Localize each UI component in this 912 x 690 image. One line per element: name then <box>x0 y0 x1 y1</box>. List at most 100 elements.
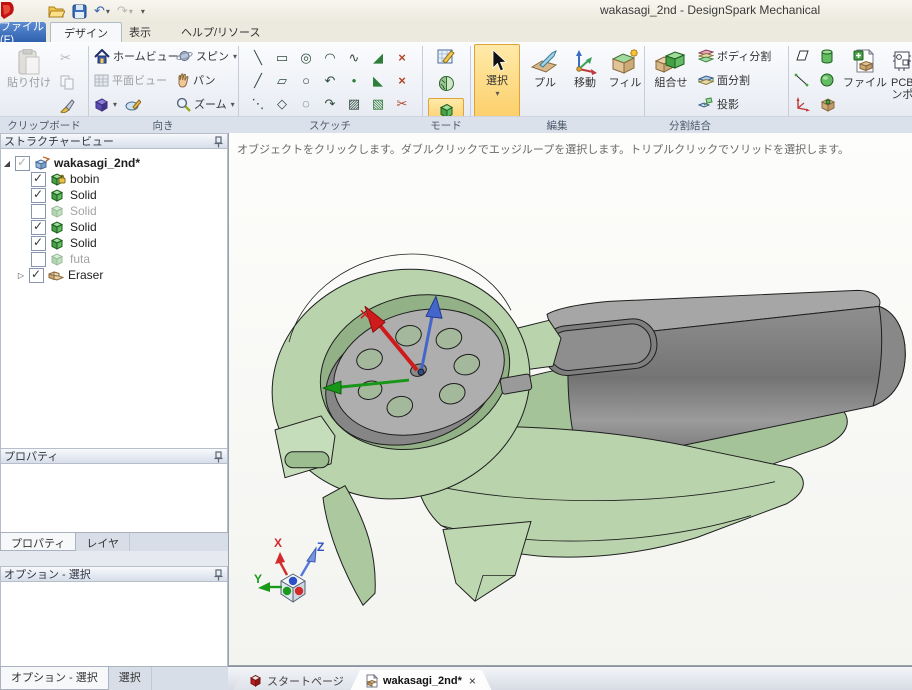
pcb-label-line1: PCB <box>891 77 912 89</box>
graphics-style-icon[interactable] <box>124 97 141 112</box>
sketch-circle-icon[interactable]: ◎ <box>294 46 318 69</box>
tree-row-root[interactable]: ◢ wakasagi_2nd* <box>1 155 227 171</box>
item-checkbox[interactable] <box>31 204 46 219</box>
view-cube-dropdown-icon[interactable]: ▾ <box>113 100 117 109</box>
sketch-trim-icon[interactable]: × <box>390 46 414 69</box>
tab-select[interactable]: 選択 <box>109 667 152 690</box>
sketch-construction-line-icon[interactable]: ⋱ <box>246 92 270 115</box>
paste-label: 貼り付け <box>7 77 51 89</box>
split-face-button[interactable]: 面分割 <box>698 70 750 90</box>
tab-file[interactable]: ファイル(F) <box>0 22 46 42</box>
project-button[interactable]: 投影 <box>698 94 739 114</box>
clipboard-group-label: クリップボード <box>7 118 81 133</box>
sketch-trim-corner-icon[interactable]: × <box>390 69 414 92</box>
item-checkbox[interactable] <box>29 268 44 283</box>
expander-icon[interactable]: ◢ <box>1 159 13 168</box>
spin-button[interactable]: スピン▾ <box>176 46 237 66</box>
tab-properties[interactable]: プロパティ <box>0 533 76 551</box>
insert-sphere-button[interactable] <box>820 70 834 90</box>
tree-row-eraser[interactable]: ▷ Eraser <box>1 267 227 283</box>
sketch-spline-icon[interactable]: ∿ <box>342 46 366 69</box>
sketch-construction-circle-icon[interactable]: ◌ <box>294 92 318 115</box>
redo-button[interactable]: ↷▾ <box>117 2 133 20</box>
fill-button[interactable]: フィル <box>602 44 648 118</box>
sketch-sweep-arc-icon[interactable]: ↶ <box>318 69 342 92</box>
close-tab-icon[interactable]: × <box>469 674 476 688</box>
sketch-point-icon[interactable]: • <box>342 69 366 92</box>
insert-axis-button[interactable] <box>794 70 810 90</box>
sketch-fillet-icon[interactable]: ◢ <box>366 46 390 69</box>
split-body-button[interactable]: ボディ分割 <box>698 46 771 66</box>
cut-button[interactable]: ✂ <box>60 48 71 68</box>
item-checkbox[interactable] <box>31 220 46 235</box>
item-checkbox[interactable] <box>31 236 46 251</box>
pcb-import-button[interactable]: PCBンポ <box>888 44 912 118</box>
sketch-tangent-arc-icon[interactable]: ◠ <box>318 46 342 69</box>
sketch-rectangle-icon[interactable]: ▭ <box>270 46 294 69</box>
project-icon <box>698 97 714 111</box>
plan-view-button[interactable]: 平面ビュー <box>94 70 167 90</box>
tree-row-bobin[interactable]: bobin <box>1 171 227 187</box>
select-dropdown-icon[interactable]: ▾ <box>495 89 499 98</box>
sketch-projection-icon[interactable]: ▧ <box>366 92 390 115</box>
sketch-chamfer-icon[interactable]: ◣ <box>366 69 390 92</box>
sketch-line-icon[interactable]: ╲ <box>246 46 270 69</box>
qat-customize-button[interactable]: ▾ <box>140 2 145 20</box>
open-button[interactable] <box>48 2 65 20</box>
pin-icon[interactable] <box>214 569 223 581</box>
format-painter-button[interactable] <box>60 96 75 116</box>
tree-item-label: Eraser <box>68 268 103 282</box>
item-checkbox[interactable] <box>31 172 46 187</box>
axis-triad[interactable]: Z X Y <box>254 531 338 611</box>
item-checkbox[interactable] <box>31 252 46 267</box>
tree-row-solid-2[interactable]: Solid <box>1 203 227 219</box>
pin-icon[interactable] <box>214 451 223 463</box>
select-button[interactable]: 選択 ▾ <box>474 44 520 118</box>
insert-origin-button[interactable] <box>794 94 810 114</box>
viewport-3d[interactable]: オブジェクトをクリックします。ダブルクリックでエッジループを選択します。トリプル… <box>228 133 912 666</box>
sketch-hatch-icon[interactable]: ▨ <box>342 92 366 115</box>
tree-row-solid-4[interactable]: Solid <box>1 235 227 251</box>
redo-dropdown-icon[interactable]: ▾ <box>129 7 133 16</box>
view-cube-button[interactable]: ▾ <box>94 94 141 114</box>
expander-icon[interactable]: ▷ <box>15 271 27 280</box>
copy-button[interactable] <box>60 72 74 92</box>
sketch-three-point-arc-icon[interactable]: ↷ <box>318 92 342 115</box>
tab-view[interactable]: 表示 <box>116 22 164 41</box>
paste-button[interactable]: 貼り付け <box>6 44 52 118</box>
tab-options-select[interactable]: オプション - 選択 <box>0 667 109 690</box>
pin-icon[interactable] <box>214 136 223 148</box>
spin-dropdown-icon[interactable]: ▾ <box>233 52 237 61</box>
insert-file-button[interactable]: ファイル <box>842 44 888 118</box>
tab-help[interactable]: ヘルプ/リソース <box>168 22 274 41</box>
pan-button[interactable]: パン <box>176 70 216 90</box>
root-checkbox[interactable] <box>15 156 30 171</box>
sketch-split-icon[interactable]: ✂ <box>390 92 414 115</box>
tab-layers[interactable]: レイヤ <box>76 533 130 551</box>
section-mode-button[interactable] <box>428 71 464 96</box>
home-view-button[interactable]: ホームビュー▾ <box>94 46 187 66</box>
tree-row-solid-3[interactable]: Solid <box>1 219 227 235</box>
sketch-mode-button[interactable] <box>428 44 464 69</box>
sketch-ellipse-icon[interactable]: ◇ <box>270 92 294 115</box>
tree-row-futa[interactable]: futa <box>1 251 227 267</box>
insert-plane-button[interactable] <box>794 46 810 66</box>
solid-hidden-icon <box>50 204 66 218</box>
insert-shell-button[interactable] <box>820 94 835 114</box>
insert-cylinder-button[interactable] <box>820 46 834 66</box>
sketch-three-point-circle-icon[interactable]: ○ <box>294 69 318 92</box>
tree-item-label: Solid <box>70 220 97 234</box>
zoom-dropdown-icon[interactable]: ▾ <box>231 100 235 109</box>
combine-button[interactable]: 組合せ <box>648 44 694 118</box>
zoom-button[interactable]: ズーム▾ <box>176 94 235 114</box>
undo-button[interactable]: ↶▾ <box>94 2 110 20</box>
sketch-polyline-icon[interactable]: ╱ <box>246 69 270 92</box>
tab-design[interactable]: デザイン <box>50 22 122 42</box>
sketch-three-point-rectangle-icon[interactable]: ▱ <box>270 69 294 92</box>
save-button[interactable] <box>72 2 87 20</box>
item-checkbox[interactable] <box>31 188 46 203</box>
tree-row-solid-1[interactable]: Solid <box>1 187 227 203</box>
split-group-label: 分割結合 <box>669 118 711 133</box>
undo-dropdown-icon[interactable]: ▾ <box>106 7 110 16</box>
tab-document-wakasagi[interactable]: wakasagi_2nd* × <box>350 670 492 690</box>
